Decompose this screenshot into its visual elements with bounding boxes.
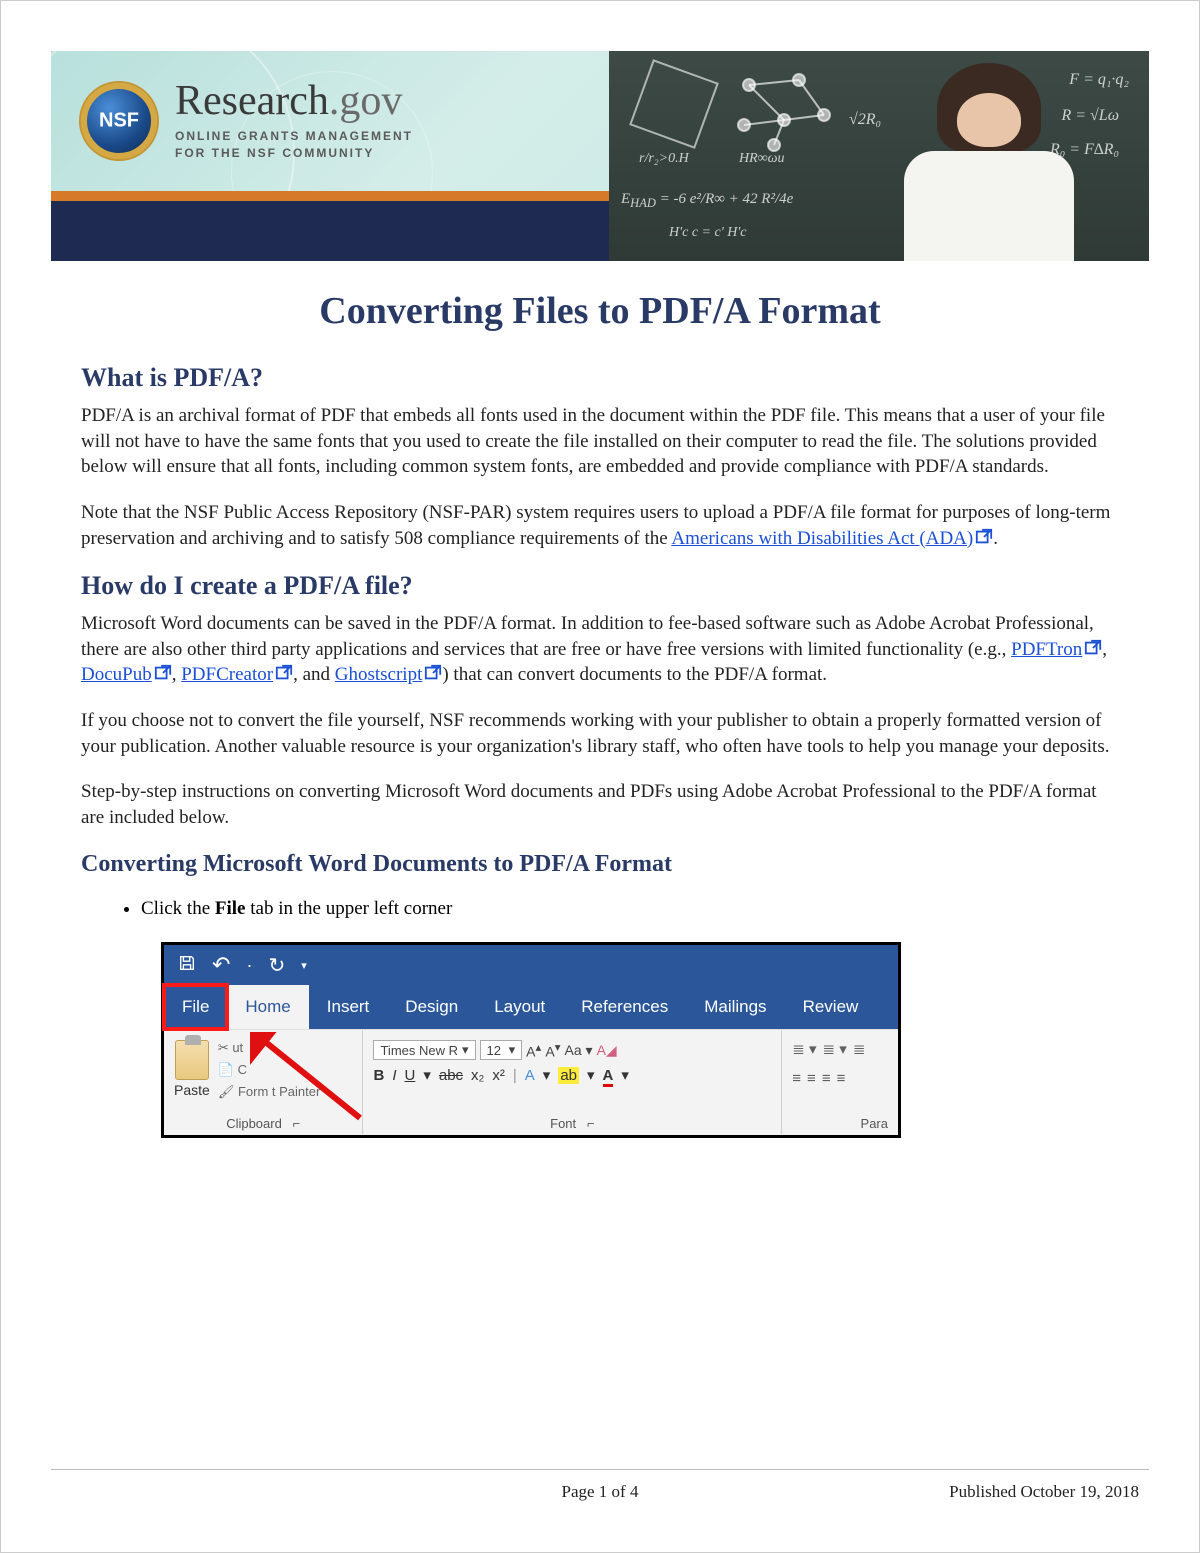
section2-p3: Step-by-step instructions on converting … bbox=[81, 779, 1119, 830]
chalk-polyhedron-icon bbox=[629, 59, 719, 149]
font-label: Font ⌐ bbox=[373, 1116, 771, 1133]
tab-review: Review bbox=[785, 985, 877, 1029]
page-title: Converting Files to PDF/A Format bbox=[81, 289, 1119, 333]
grow-font-icon: A▴ bbox=[526, 1040, 541, 1060]
header-banner: Research.gov ONLINE GRANTS MANAGEMENT FO… bbox=[51, 51, 1149, 261]
word-screenshot: ↶ · ↻ ▾ File Home Insert Design Layout R… bbox=[161, 942, 901, 1138]
brand-text: Research.gov ONLINE GRANTS MANAGEMENT FO… bbox=[175, 80, 413, 162]
external-link-icon bbox=[154, 664, 172, 682]
hair bbox=[937, 63, 1041, 153]
section1-p2: Note that the NSF Public Access Reposito… bbox=[81, 500, 1119, 551]
brand-line2: FOR THE NSF COMMUNITY bbox=[175, 146, 374, 160]
section2-p2: If you choose not to convert the file yo… bbox=[81, 708, 1119, 759]
ribbon-group-paragraph: ≣ ▾ ≣ ▾ ≣ ≡ ≡ ≡ ≡ Para bbox=[782, 1030, 898, 1135]
redo-icon: ↻ bbox=[268, 953, 285, 978]
document-page: Research.gov ONLINE GRANTS MANAGEMENT FO… bbox=[0, 0, 1200, 1553]
chalk-formula-4: √2R₀ bbox=[849, 111, 881, 129]
external-link-icon bbox=[1084, 639, 1102, 657]
customize-icon: ▾ bbox=[301, 959, 307, 972]
paste-icon bbox=[175, 1040, 209, 1080]
tab-home: Home bbox=[227, 985, 308, 1029]
text-effects-icon: A bbox=[525, 1067, 535, 1084]
chalk-formula-8: H'c c = c' H'c bbox=[669, 225, 747, 241]
footer-page: Page 1 of 4 bbox=[562, 1482, 639, 1502]
word-tabs: File Home Insert Design Layout Reference… bbox=[164, 985, 898, 1029]
clipboard-actions: ✂ ut 📄 C 🖌 Form t Painter bbox=[218, 1034, 320, 1100]
justify-icon: ≡ bbox=[837, 1070, 846, 1087]
undo-icon: ↶ bbox=[212, 952, 230, 978]
tab-file: File bbox=[164, 985, 227, 1029]
clipboard-label: Clipboard ⌐ bbox=[174, 1116, 352, 1133]
tab-design: Design bbox=[387, 985, 476, 1029]
paste-button: Paste bbox=[174, 1034, 210, 1098]
section1-p2-post: . bbox=[993, 528, 998, 549]
document-body: Converting Files to PDF/A Format What is… bbox=[51, 261, 1149, 1469]
section3-heading: Converting Microsoft Word Documents to P… bbox=[81, 851, 1119, 878]
align-center-icon: ≡ bbox=[807, 1070, 816, 1087]
word-quick-access-toolbar: ↶ · ↻ ▾ bbox=[164, 945, 898, 985]
ada-link[interactable]: Americans with Disabilities Act (ADA) bbox=[671, 528, 973, 549]
tab-references: References bbox=[563, 985, 686, 1029]
steps-list: Click the File tab in the upper left cor… bbox=[141, 896, 1119, 923]
step1-bold: File bbox=[215, 898, 246, 919]
brand-line1: ONLINE GRANTS MANAGEMENT bbox=[175, 129, 413, 143]
bullets-icon: ≣ ▾ bbox=[792, 1040, 816, 1058]
para-label: Para bbox=[792, 1116, 888, 1133]
shrink-font-icon: A▾ bbox=[545, 1040, 560, 1060]
tab-mailings: Mailings bbox=[686, 985, 784, 1029]
font-color-icon: A bbox=[603, 1067, 614, 1084]
external-link-icon bbox=[275, 664, 293, 682]
external-link-icon bbox=[424, 664, 442, 682]
superscript-icon: x² bbox=[492, 1067, 505, 1084]
numbering-icon: ≣ ▾ bbox=[823, 1040, 847, 1058]
ribbon-group-font: Times New R ▾ 12 ▾ A▴ A▾ Aa ▾ A◢ B I U ▾… bbox=[363, 1030, 782, 1135]
chalk-formula-6: HR∞ωu bbox=[739, 151, 785, 167]
cut-button: ✂ ut bbox=[218, 1040, 320, 1056]
pdfcreator-link[interactable]: PDFCreator bbox=[181, 664, 273, 685]
section1-p1: PDF/A is an archival format of PDF that … bbox=[81, 403, 1119, 480]
copy-button: 📄 C bbox=[218, 1062, 320, 1078]
ghostscript-link[interactable]: Ghostscript bbox=[335, 664, 423, 685]
font-size-selector: 12 ▾ bbox=[480, 1040, 523, 1060]
nsf-logo-wrap bbox=[81, 83, 157, 159]
underline-icon: U bbox=[404, 1067, 415, 1084]
align-right-icon: ≡ bbox=[822, 1070, 831, 1087]
align-left-icon: ≡ bbox=[792, 1070, 801, 1087]
arms bbox=[929, 211, 1049, 251]
banner-photo: F = q₁·q₂ R = √Lω R₀ = F∆R₀ √2R₀ r/r₂>0.… bbox=[609, 51, 1149, 261]
change-case-icon: Aa ▾ bbox=[565, 1042, 593, 1059]
highlight-icon: ab bbox=[558, 1067, 579, 1084]
font-name-selector: Times New R ▾ bbox=[373, 1040, 475, 1060]
section2-p1: Microsoft Word documents can be saved in… bbox=[81, 611, 1119, 688]
clear-format-icon: A◢ bbox=[597, 1042, 617, 1059]
chalk-graph-icon bbox=[729, 65, 839, 155]
person-scientist bbox=[889, 61, 1089, 261]
brand-main: Research bbox=[175, 78, 329, 124]
docupub-link[interactable]: DocuPub bbox=[81, 664, 152, 685]
nsf-logo-icon bbox=[81, 83, 157, 159]
section2-heading: How do I create a PDF/A file? bbox=[81, 571, 1119, 601]
chalk-formula-7: EHAD = -6 e²/R∞ + 42 R²/4e bbox=[621, 191, 793, 211]
strike-icon: abc bbox=[439, 1067, 463, 1084]
italic-icon: I bbox=[392, 1067, 396, 1084]
subscript-icon: x₂ bbox=[471, 1067, 484, 1084]
ribbon-group-clipboard: Paste ✂ ut 📄 C 🖌 Form t Painter Clipboar… bbox=[164, 1030, 363, 1135]
format-painter-button: 🖌 Form t Painter bbox=[218, 1084, 320, 1100]
section1-heading: What is PDF/A? bbox=[81, 363, 1119, 393]
bold-icon: B bbox=[373, 1067, 384, 1084]
page-footer: Page 1 of 4 Published October 19, 2018 bbox=[51, 1469, 1149, 1502]
brand-title: Research.gov bbox=[175, 80, 413, 122]
pdftron-link[interactable]: PDFTron bbox=[1011, 639, 1082, 660]
word-ribbon: Paste ✂ ut 📄 C 🖌 Form t Painter Clipboar… bbox=[164, 1029, 898, 1135]
external-link-icon bbox=[975, 528, 993, 546]
footer-published: Published October 19, 2018 bbox=[949, 1482, 1139, 1502]
brand-subtitle: ONLINE GRANTS MANAGEMENT FOR THE NSF COM… bbox=[175, 128, 413, 162]
chalk-formula-5: r/r₂>0.H bbox=[639, 151, 689, 167]
multilevel-icon: ≣ bbox=[853, 1040, 866, 1058]
tab-insert: Insert bbox=[309, 985, 388, 1029]
tab-layout: Layout bbox=[476, 985, 563, 1029]
save-icon bbox=[178, 954, 196, 977]
brand-suffix: .gov bbox=[329, 78, 403, 124]
step-1: Click the File tab in the upper left cor… bbox=[141, 896, 1119, 923]
